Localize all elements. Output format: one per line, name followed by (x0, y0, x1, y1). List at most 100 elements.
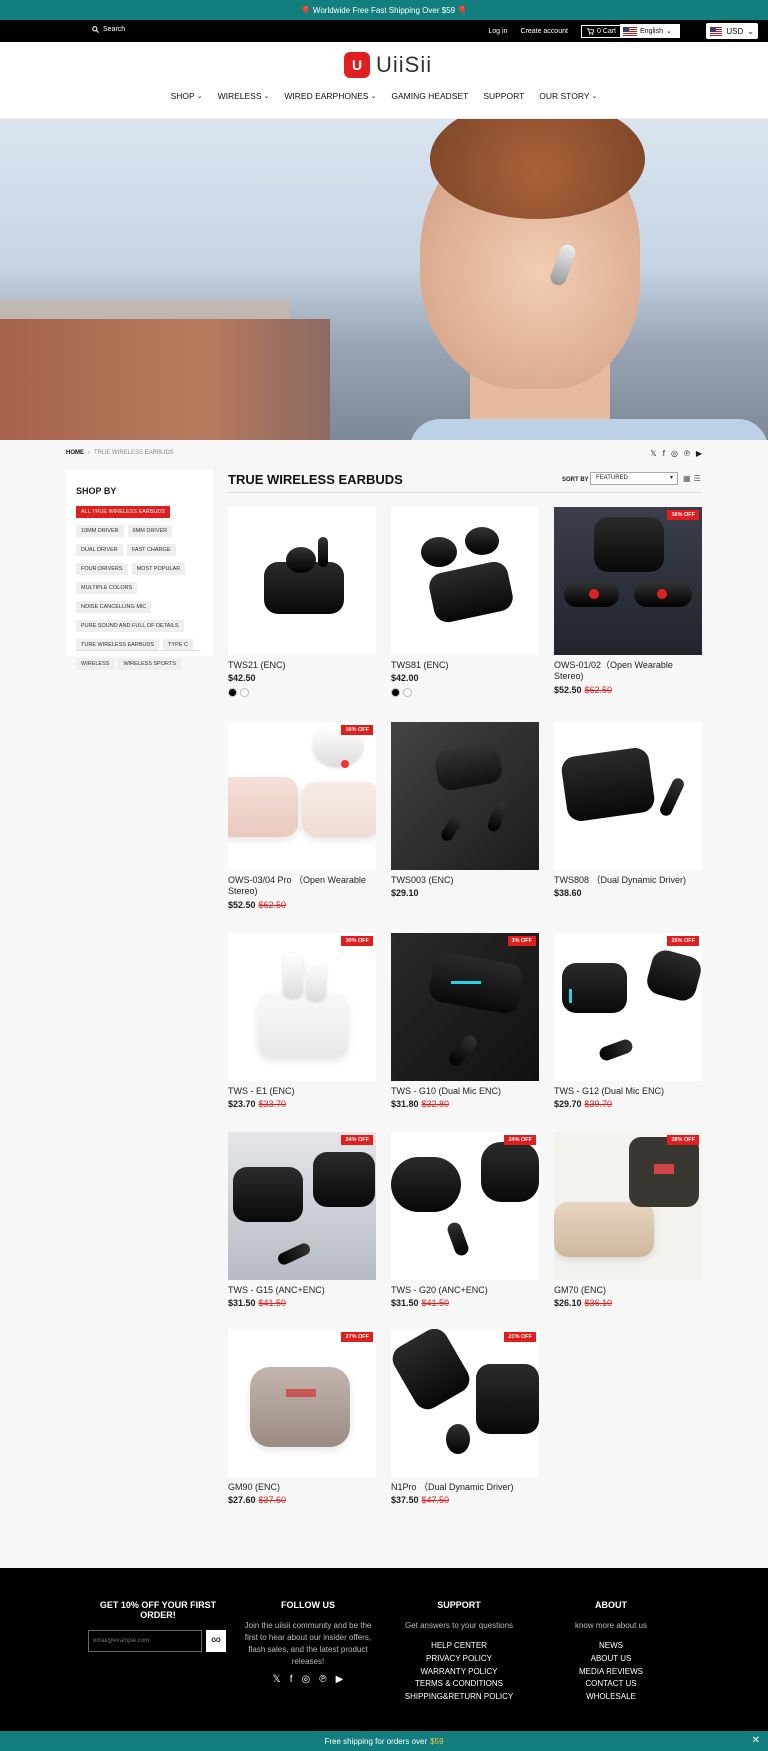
product-image[interactable]: 28% OFF (554, 1132, 702, 1280)
facebook-icon[interactable]: f (290, 1674, 293, 1685)
product-image[interactable] (391, 722, 539, 870)
product-image[interactable]: 21% OFF (391, 1329, 539, 1477)
product-name[interactable]: TWS - G10 (Dual Mic ENC) (391, 1086, 539, 1097)
swatch-black[interactable] (391, 688, 400, 697)
product-image[interactable]: 16% OFF (554, 507, 702, 655)
product-image[interactable] (554, 722, 702, 870)
currency-selector[interactable]: USD ⌄ (706, 23, 758, 39)
swatch-white[interactable] (240, 688, 249, 697)
filter-tag[interactable]: 6MM DRIVER (128, 525, 173, 537)
nav-item-wireless[interactable]: WIRELESS⌄ (218, 91, 270, 101)
nav-item-wired-earphones[interactable]: WIRED EARPHONES⌄ (284, 91, 376, 101)
product-image[interactable]: 16% OFF (228, 722, 376, 870)
footer-link[interactable]: WHOLESALE (546, 1691, 676, 1704)
product-name[interactable]: TWS21 (ENC) (228, 660, 376, 671)
filter-tag[interactable]: 10MM DRIVER (76, 525, 124, 537)
youtube-icon[interactable]: ▶ (336, 1674, 344, 1685)
product-card[interactable]: 3% OFFTWS - G10 (Dual Mic ENC)$31.80$32.… (391, 933, 539, 1109)
nav-item-support[interactable]: SUPPORT (483, 91, 524, 101)
footer-link[interactable]: WARRANTY POLICY (394, 1666, 524, 1679)
pinterest-icon[interactable]: ℗ (319, 1674, 326, 1685)
nav-item-our-story[interactable]: OUR STORY⌄ (539, 91, 597, 101)
product-card[interactable]: 25% OFFTWS - G12 (Dual Mic ENC)$29.70$39… (554, 933, 702, 1109)
product-price: $37.50$47.50 (391, 1495, 539, 1505)
create-account-link[interactable]: Create account (520, 28, 567, 35)
filter-tag[interactable]: MOST POPULAR (132, 563, 186, 575)
grid-view-icon[interactable]: ▦ (683, 474, 691, 483)
product-name[interactable]: N1Pro （Dual Dynamic Driver) (391, 1482, 539, 1493)
product-image[interactable]: 30% OFF (228, 933, 376, 1081)
filter-tag[interactable]: WIRELESS SPORTS (118, 658, 180, 670)
footer-link[interactable]: MEDIA REVIEWS (546, 1666, 676, 1679)
product-name[interactable]: GM90 (ENC) (228, 1482, 376, 1493)
product-image[interactable]: 3% OFF (391, 933, 539, 1081)
footer-link[interactable]: NEWS (546, 1640, 676, 1653)
product-image[interactable]: 25% OFF (554, 933, 702, 1081)
footer-link[interactable]: ABOUT US (546, 1653, 676, 1666)
email-field[interactable] (88, 1630, 202, 1652)
filter-tag[interactable]: FAST CHARGE (127, 544, 176, 556)
close-icon[interactable]: ✕ (752, 1735, 760, 1746)
product-name[interactable]: TWS - G20 (ANC+ENC) (391, 1285, 539, 1296)
filter-tag[interactable]: PURE SOUND AND FULL OF DETAILS (76, 620, 184, 632)
nav-item-shop[interactable]: SHOP⌄ (171, 91, 203, 101)
footer-link[interactable]: PRIVACY POLICY (394, 1653, 524, 1666)
filter-tag[interactable]: DUAL DRIVER (76, 544, 123, 556)
footer-link[interactable]: TERMS & CONDITIONS (394, 1678, 524, 1691)
product-image[interactable]: 24% OFF (228, 1132, 376, 1280)
product-name[interactable]: TWS003 (ENC) (391, 875, 539, 886)
product-card[interactable]: 16% OFF OWS-03/04 Pro （Open Wearable Ster… (228, 722, 376, 910)
swatch-black[interactable] (228, 688, 237, 697)
filter-tag[interactable]: MULTIPLE COLORS (76, 582, 137, 594)
product-name[interactable]: TWS808 （Dual Dynamic Driver) (554, 875, 702, 886)
product-card[interactable]: 27% OFFGM90 (ENC)$27.60$37.60 (228, 1329, 376, 1505)
product-image[interactable]: 27% OFF (228, 1329, 376, 1477)
instagram-icon[interactable]: ◎ (302, 1674, 311, 1685)
product-name[interactable]: TWS - G15 (ANC+ENC) (228, 1285, 376, 1296)
login-link[interactable]: Log in (488, 28, 507, 35)
sort-select[interactable]: FEATURED (590, 472, 678, 485)
nav-item-gaming-headset[interactable]: GAMING HEADSET (391, 91, 468, 101)
product-image[interactable]: 24% OFF (391, 1132, 539, 1280)
product-name[interactable]: TWS - G12 (Dual Mic ENC) (554, 1086, 702, 1097)
instagram-icon[interactable]: ◎ (671, 449, 678, 458)
product-card[interactable]: 16% OFFOWS-01/02（Open Wearable Stereo)$5… (554, 507, 702, 695)
filter-tag[interactable]: NOISE CANCELLING MIC (76, 601, 151, 613)
swatch-white[interactable] (403, 688, 412, 697)
social-links-top: 𝕏 f ◎ ℗ ▶ (650, 449, 702, 458)
product-name[interactable]: OWS-01/02（Open Wearable Stereo) (554, 660, 702, 683)
twitter-icon[interactable]: 𝕏 (273, 1674, 281, 1685)
cart-button[interactable]: 0 Cart (581, 25, 622, 38)
product-card[interactable]: TWS21 (ENC)$42.50 (228, 507, 376, 697)
filter-tag[interactable]: ALL TRUE WIRELESS EARBUDS (76, 506, 170, 518)
filter-tag[interactable]: WIRELESS (76, 658, 114, 670)
list-view-icon[interactable]: ☰ (694, 474, 701, 483)
product-name[interactable]: GM70 (ENC) (554, 1285, 702, 1296)
product-card[interactable]: 24% OFFTWS - G20 (ANC+ENC)$31.50$41.50 (391, 1132, 539, 1308)
product-name[interactable]: OWS-03/04 Pro （Open Wearable Stereo) (228, 875, 376, 898)
language-selector[interactable]: English ⌄ (620, 24, 680, 38)
product-card[interactable]: 30% OFFTWS - E1 (ENC)$23.70$33.70 (228, 933, 376, 1109)
product-image[interactable] (228, 507, 376, 655)
product-card[interactable]: 21% OFF N1Pro （Dual Dynamic Driver) $37.50… (391, 1329, 539, 1505)
breadcrumb-home[interactable]: HOME (66, 450, 84, 456)
youtube-icon[interactable]: ▶ (696, 449, 702, 458)
product-card[interactable]: TWS808 （Dual Dynamic Driver)$38.60 (554, 722, 702, 898)
footer-link[interactable]: CONTACT US (546, 1678, 676, 1691)
product-card[interactable]: TWS003 (ENC)$29.10 (391, 722, 539, 898)
site-logo[interactable]: U UiiSii (344, 52, 432, 78)
product-card[interactable]: TWS81 (ENC)$42.00 (391, 507, 539, 697)
footer-link[interactable]: HELP CENTER (394, 1640, 524, 1653)
subscribe-button[interactable]: GO (206, 1630, 226, 1652)
search-link[interactable]: Search (92, 26, 125, 33)
product-name[interactable]: TWS81 (ENC) (391, 660, 539, 671)
facebook-icon[interactable]: f (663, 449, 665, 458)
twitter-icon[interactable]: 𝕏 (650, 449, 656, 458)
product-card[interactable]: 24% OFFTWS - G15 (ANC+ENC)$31.50$41.50 (228, 1132, 376, 1308)
product-card[interactable]: 28% OFFGM70 (ENC)$26.10$36.10 (554, 1132, 702, 1308)
product-image[interactable] (391, 507, 539, 655)
pinterest-icon[interactable]: ℗ (684, 449, 690, 458)
footer-link[interactable]: SHIPPING&RETURN POLICY (394, 1691, 524, 1704)
filter-tag[interactable]: FOUR DRIVERS (76, 563, 128, 575)
product-name[interactable]: TWS - E1 (ENC) (228, 1086, 376, 1097)
